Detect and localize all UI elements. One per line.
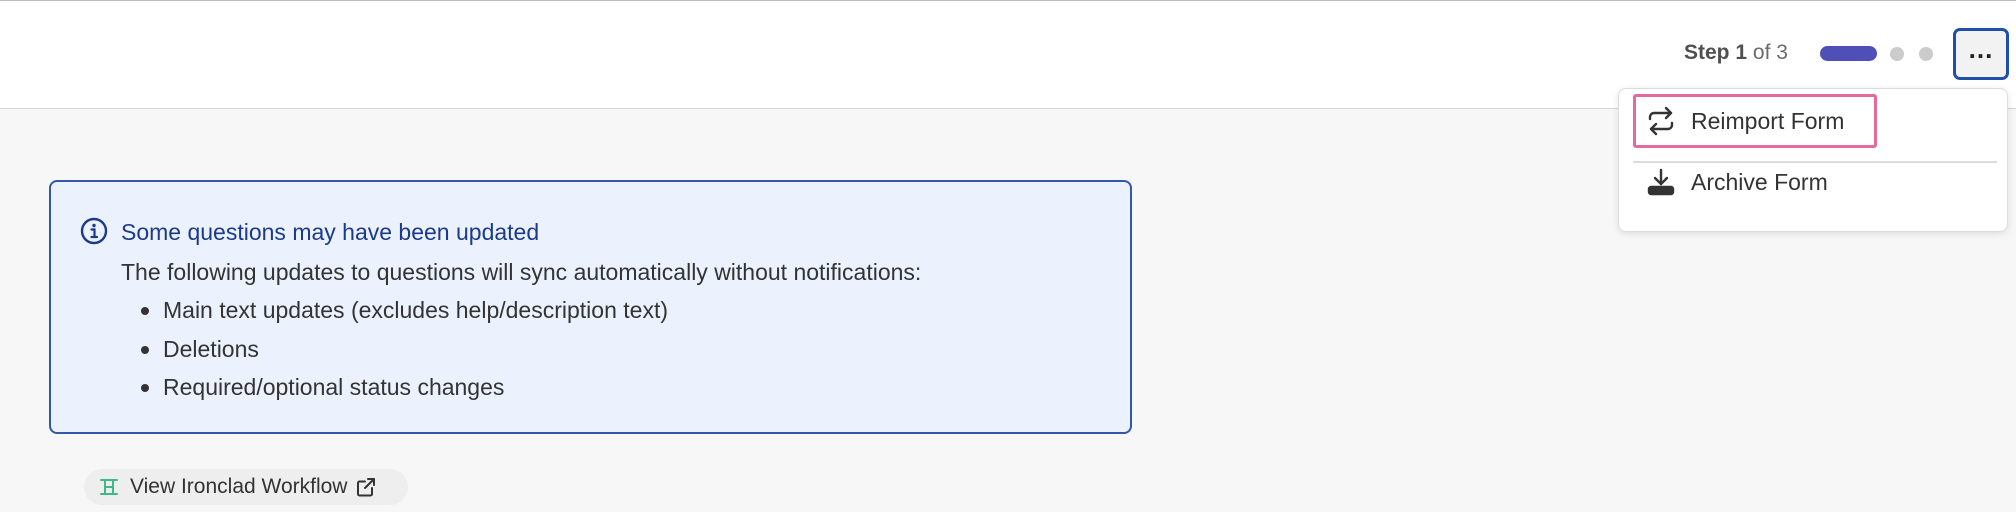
- more-options-button[interactable]: ...: [1953, 28, 2009, 80]
- list-item: Required/optional status changes: [141, 373, 668, 412]
- page: Step 1 of 3 ... Reimport Form Archive Fo…: [0, 0, 2016, 512]
- step-suffix: of 3: [1752, 41, 1788, 64]
- view-ironclad-workflow-link[interactable]: View Ironclad Workflow: [84, 469, 408, 505]
- menu-item-archive-form[interactable]: Archive Form: [1633, 155, 1828, 209]
- list-item: Deletions: [141, 335, 668, 374]
- callout-text: The following updates to questions will …: [121, 259, 922, 285]
- menu-item-label: Reimport Form: [1691, 107, 1845, 134]
- step-dot-2: [1890, 47, 1904, 61]
- step-dot-active: [1820, 46, 1877, 61]
- more-options-label: ...: [1968, 34, 1994, 64]
- reimport-icon: [1646, 106, 1676, 136]
- menu-item-label: Archive Form: [1691, 168, 1828, 195]
- external-link-icon: [355, 476, 377, 498]
- callout-list: Main text updates (excludes help/descrip…: [141, 296, 668, 412]
- info-callout: Some questions may have been updated The…: [49, 180, 1132, 434]
- list-item: Main text updates (excludes help/descrip…: [141, 296, 668, 335]
- archive-icon: [1646, 167, 1676, 197]
- step-indicator-label: Step 1 of 3: [1684, 41, 1788, 65]
- ironclad-workflow-icon: [98, 476, 120, 498]
- more-options-menu: Reimport Form Archive Form: [1618, 88, 2008, 232]
- menu-item-reimport-form[interactable]: Reimport Form: [1633, 94, 1877, 148]
- callout-title: Some questions may have been updated: [121, 219, 540, 245]
- info-icon: [80, 217, 108, 245]
- workflow-link-label: View Ironclad Workflow: [130, 475, 348, 498]
- step-prefix: Step: [1684, 41, 1730, 64]
- step-dot-3: [1919, 47, 1933, 61]
- step-current: 1: [1735, 41, 1748, 64]
